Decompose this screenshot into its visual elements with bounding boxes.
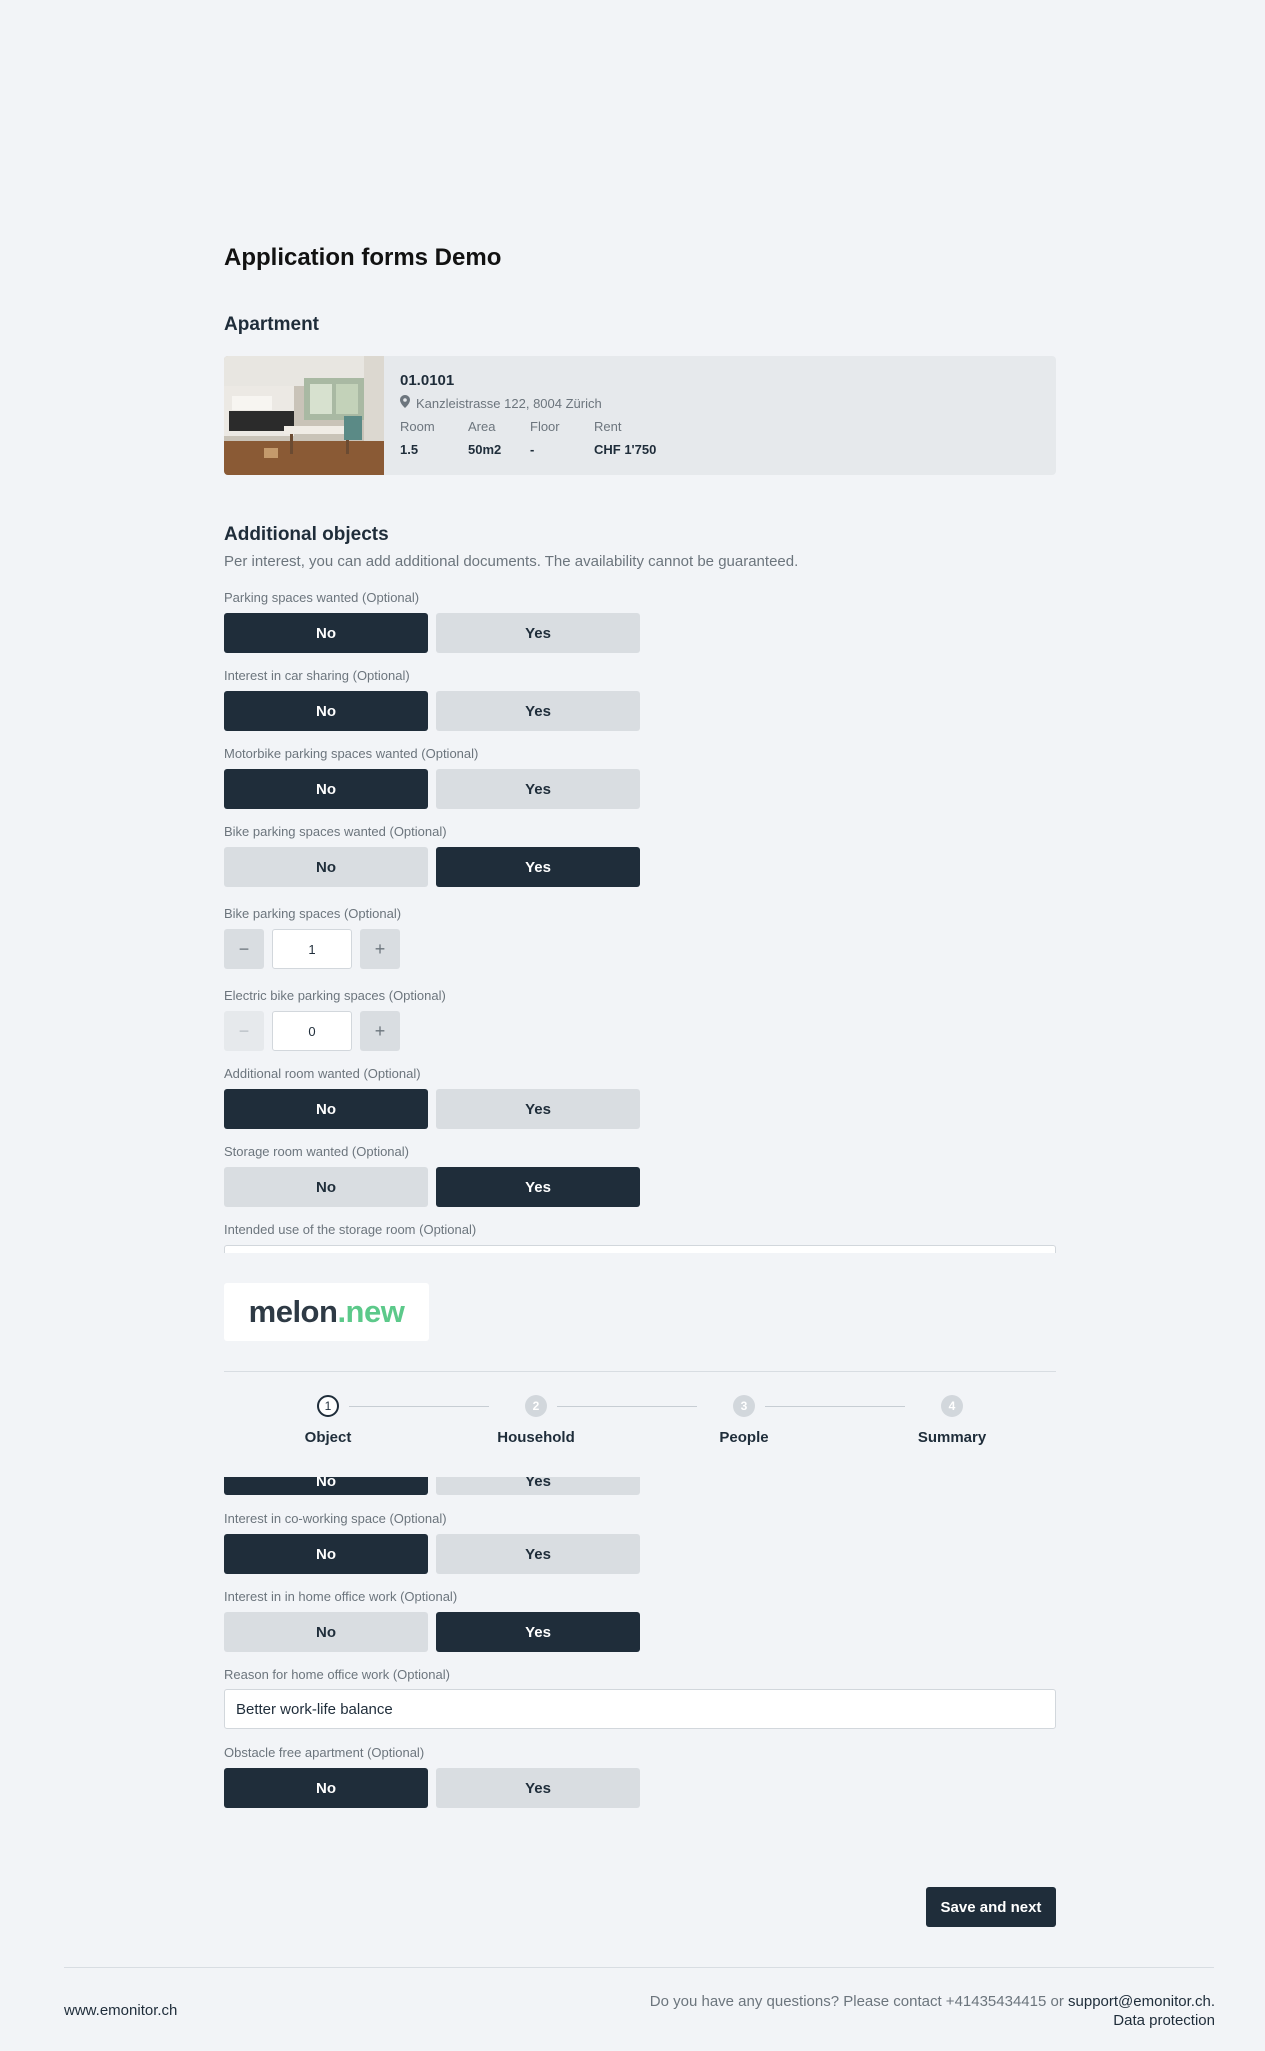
additional-room-no-button[interactable]: No [224,1089,428,1129]
address-text: Kanzleistrasse 122, 8004 Zürich [416,395,602,411]
email-suffix: . [1210,1993,1215,2010]
hidden-yes-button[interactable]: Yes [436,1477,640,1495]
bike-spaces-label: Bike parking spaces (Optional) [224,906,402,921]
coworking-label: Interest in co-working space (Optional) [224,1511,447,1526]
room-value: 1.5 [400,442,419,457]
motorbike-toggle: No Yes [224,769,640,809]
obstacle-free-label: Obstacle free apartment (Optional) [224,1745,425,1760]
melon-new-logo: melon.new [224,1283,429,1341]
obstacle-free-toggle: No Yes [224,1768,640,1808]
floor-label: Floor [530,419,560,434]
coworking-yes-button[interactable]: Yes [436,1534,640,1574]
storage-room-no-button[interactable]: No [224,1167,428,1207]
ebike-spaces-stepper: − + [224,1011,400,1051]
car-sharing-yes-button[interactable]: Yes [436,691,640,731]
home-office-toggle: No Yes [224,1612,640,1652]
additional-room-toggle: No Yes [224,1089,640,1129]
bike-label: Bike parking spaces wanted (Optional) [224,824,447,839]
car-sharing-no-button[interactable]: No [224,691,428,731]
support-email-link[interactable]: support@emonitor.ch [1068,1993,1211,2010]
apartment-card[interactable]: 01.0101 Kanzleistrasse 122, 8004 Zürich … [224,356,1056,475]
step-label: Summary [917,1429,987,1446]
apartment-photo [224,356,384,475]
additional-objects-title: Additional objects [224,524,389,545]
motorbike-no-button[interactable]: No [224,769,428,809]
ebike-spaces-decrement-button[interactable]: − [224,1011,264,1051]
ebike-spaces-label: Electric bike parking spaces (Optional) [224,988,446,1003]
home-office-label: Interest in in home office work (Optiona… [224,1589,458,1604]
additional-room-yes-button[interactable]: Yes [436,1089,640,1129]
step-household[interactable]: 2 Household [476,1395,596,1446]
bike-spaces-decrement-button[interactable]: − [224,929,264,969]
coworking-toggle: No Yes [224,1534,640,1574]
hidden-no-button[interactable]: No [224,1477,428,1495]
storage-use-input[interactable] [224,1245,1056,1253]
coworking-no-button[interactable]: No [224,1534,428,1574]
hidden-toggle: No Yes [224,1477,640,1495]
home-office-no-button[interactable]: No [224,1612,428,1652]
step-people[interactable]: 3 People [684,1395,804,1446]
step-progress: 1 Object 2 Household 3 People 4 Summary [224,1395,1056,1455]
footer-site-link[interactable]: www.emonitor.ch [64,2002,177,2019]
apartment-details: Room Area Floor Rent 1.5 50m2 - CHF 1'75… [400,419,684,457]
apartment-section-title: Apartment [224,314,320,335]
bike-yes-button[interactable]: Yes [436,847,640,887]
apartment-id: 01.0101 [400,372,455,389]
obstacle-free-no-button[interactable]: No [224,1768,428,1808]
footer-divider [64,1967,1214,1968]
storage-room-toggle: No Yes [224,1167,640,1207]
rent-value: CHF 1'750 [594,442,657,457]
bike-spaces-increment-button[interactable]: + [360,929,400,969]
step-object[interactable]: 1 Object [268,1395,388,1446]
logo-text-green: .new [337,1294,405,1329]
bike-toggle: No Yes [224,847,640,887]
rent-label: Rent [594,419,622,434]
storage-room-yes-button[interactable]: Yes [436,1167,640,1207]
ebike-spaces-input[interactable] [272,1011,352,1051]
step-summary[interactable]: 4 Summary [892,1395,1012,1446]
parking-no-button[interactable]: No [224,613,428,653]
apartment-address: Kanzleistrasse 122, 8004 Zürich [400,395,684,411]
storage-use-label: Intended use of the storage room (Option… [224,1222,477,1237]
bike-spaces-input[interactable] [272,929,352,969]
bike-no-button[interactable]: No [224,847,428,887]
step-label: People [719,1429,769,1446]
parking-yes-button[interactable]: Yes [436,613,640,653]
obstacle-free-yes-button[interactable]: Yes [436,1768,640,1808]
location-pin-icon [400,395,410,411]
parking-toggle: No Yes [224,613,640,653]
step-number: 1 [317,1395,339,1417]
home-office-reason-input[interactable] [224,1689,1056,1729]
step-number: 4 [941,1395,963,1417]
room-label: Room [400,419,435,434]
motorbike-yes-button[interactable]: Yes [436,769,640,809]
floor-value: - [530,442,535,457]
parking-label: Parking spaces wanted (Optional) [224,590,420,605]
area-value: 50m2 [468,442,502,457]
car-sharing-label: Interest in car sharing (Optional) [224,668,410,683]
car-sharing-toggle: No Yes [224,691,640,731]
area-label: Area [468,419,496,434]
step-label: Object [304,1429,352,1446]
motorbike-label: Motorbike parking spaces wanted (Optiona… [224,746,479,761]
footer-contact: Do you have any questions? Please contac… [650,1992,1215,2030]
logo-text-dark: melon [248,1294,338,1329]
home-office-yes-button[interactable]: Yes [436,1612,640,1652]
step-label: Household [497,1429,575,1446]
bike-spaces-stepper: − + [224,929,400,969]
header-divider [224,1371,1056,1372]
step-number: 2 [525,1395,547,1417]
page-title: Application forms Demo [224,244,502,271]
home-office-reason-label: Reason for home office work (Optional) [224,1667,450,1682]
storage-room-label: Storage room wanted (Optional) [224,1144,409,1159]
additional-room-label: Additional room wanted (Optional) [224,1066,421,1081]
additional-objects-description: Per interest, you can add additional doc… [224,553,799,570]
save-and-next-button[interactable]: Save and next [926,1887,1056,1927]
footer-question: Do you have any questions? Please contac… [649,1993,1064,2010]
ebike-spaces-increment-button[interactable]: + [360,1011,400,1051]
data-protection-link[interactable]: Data protection [650,2011,1215,2030]
step-number: 3 [733,1395,755,1417]
